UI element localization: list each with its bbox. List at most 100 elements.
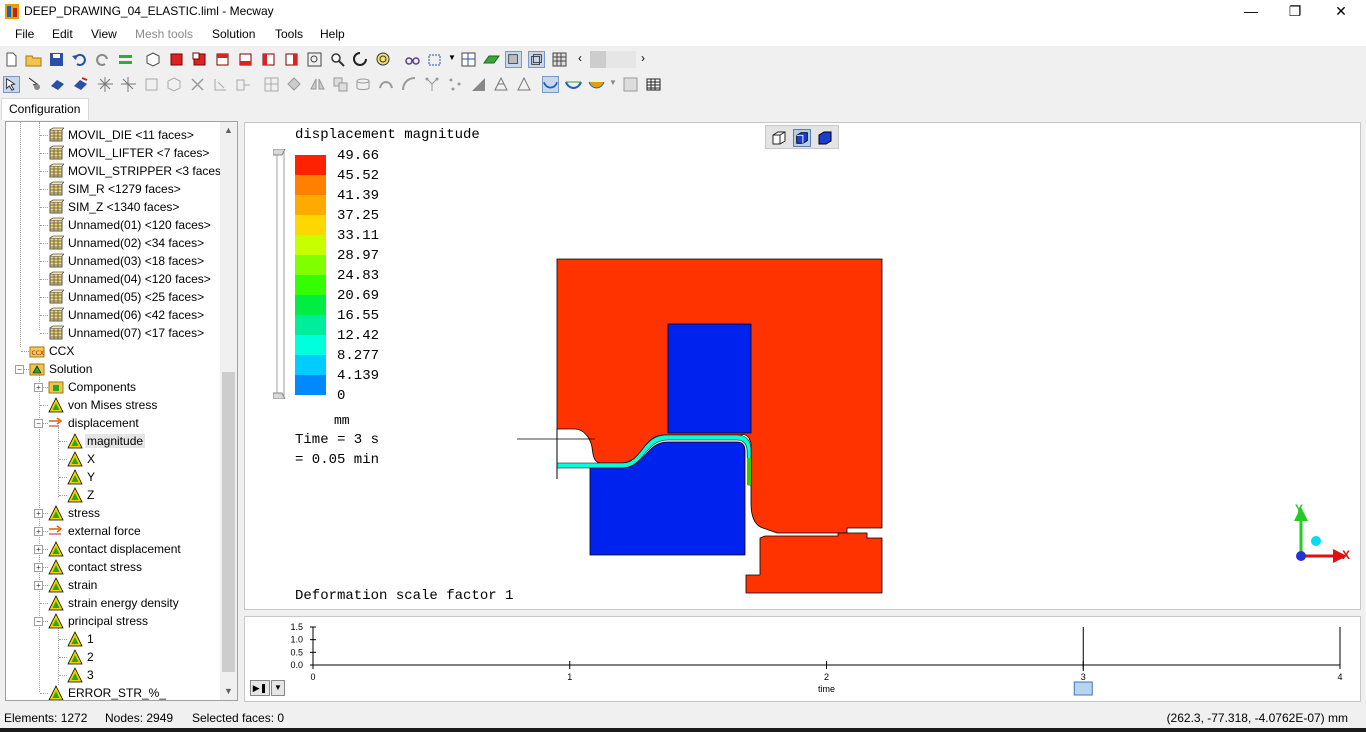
cube-outline-icon[interactable] (166, 76, 183, 93)
menu-help[interactable]: Help (320, 27, 345, 41)
triangle-outline-icon[interactable] (516, 76, 533, 93)
view-left-icon[interactable] (260, 51, 277, 68)
mesh-filter-icon[interactable] (622, 76, 639, 93)
select-arrow-icon[interactable] (3, 76, 20, 93)
legend-slider[interactable] (273, 149, 295, 399)
animate-icon[interactable] (588, 76, 605, 93)
tree-scrollbar-thumb[interactable] (222, 372, 235, 672)
transform-icon[interactable] (286, 76, 303, 93)
dropdown-arrow-icon[interactable]: ▼ (609, 78, 617, 87)
scroll-left-icon[interactable]: ‹ (578, 51, 582, 65)
cube-solid-view-icon[interactable] (816, 129, 834, 147)
select-node-icon[interactable] (26, 76, 43, 93)
expand-icon[interactable]: + (34, 527, 43, 536)
open-folder-icon[interactable] (25, 51, 42, 68)
expand-icon[interactable]: + (34, 563, 43, 572)
menu-file[interactable]: File (15, 27, 34, 41)
select-element-icon[interactable] (49, 76, 66, 93)
model-viewport[interactable]: displacement magnitude 49.66 45.52 41.39 37… (244, 122, 1361, 610)
new-file-icon[interactable] (3, 51, 20, 68)
tab-configuration[interactable]: Configuration (1, 98, 89, 120)
save-icon[interactable] (48, 51, 65, 68)
extrude-icon[interactable] (235, 76, 252, 93)
sweep-icon[interactable] (378, 76, 395, 93)
tree-item-label: Solution (49, 362, 93, 376)
close-button[interactable]: ✕ (1318, 0, 1364, 24)
rotate-icon[interactable] (352, 51, 369, 68)
split-icon[interactable] (120, 76, 137, 93)
view-bottom-icon[interactable] (237, 51, 254, 68)
play-pause-button[interactable]: ▶❚ (250, 680, 270, 696)
view-iso-icon[interactable] (145, 51, 162, 68)
select-mode-icon[interactable] (427, 51, 444, 68)
minimize-button[interactable]: — (1228, 0, 1274, 24)
redo-icon[interactable] (94, 51, 111, 68)
nodes-icon[interactable] (424, 76, 441, 93)
cursor-coordinates: (262.3, -77.318, -4.0762E-07) mm (1166, 711, 1348, 725)
wireframe-icon[interactable] (528, 51, 545, 68)
expand-icon[interactable]: + (34, 383, 43, 392)
undo-icon[interactable] (71, 51, 88, 68)
surface-view-icon[interactable] (483, 51, 500, 68)
expand-icon[interactable]: + (34, 509, 43, 518)
maximize-button[interactable]: ❐ (1272, 0, 1318, 24)
solve-icon[interactable] (117, 51, 134, 68)
tree-scrollbar[interactable]: ▲ ▼ (220, 122, 237, 700)
collapse-icon[interactable]: − (34, 419, 43, 428)
refine-icon[interactable] (263, 76, 280, 93)
deformed-mesh-plot[interactable] (505, 253, 905, 598)
solid-shading-icon[interactable] (505, 51, 522, 68)
triangle-fill-icon[interactable] (470, 76, 487, 93)
toolbar-scroll-track[interactable] (590, 51, 636, 68)
scatter-nodes-icon[interactable] (447, 76, 464, 93)
view-back-icon[interactable] (191, 51, 208, 68)
collapse-icon[interactable]: − (34, 617, 43, 626)
table-icon[interactable] (645, 76, 662, 93)
menu-view[interactable]: View (91, 27, 117, 41)
configuration-tree[interactable]: MOVIL_DIE <11 faces> MOVIL_LIFTER <7 face… (5, 121, 238, 701)
revolve-icon[interactable] (355, 76, 372, 93)
menu-mesh-tools[interactable]: Mesh tools (135, 27, 193, 41)
expand-icon[interactable]: + (34, 581, 43, 590)
mecway-app-icon (5, 4, 19, 19)
play-options-dropdown[interactable]: ▼ (271, 680, 285, 696)
select-face-icon[interactable] (72, 76, 89, 93)
menu-edit[interactable]: Edit (52, 27, 73, 41)
explode-icon[interactable] (97, 76, 114, 93)
dropdown-arrow-icon[interactable]: ▼ (448, 53, 456, 62)
copy-icon[interactable] (332, 76, 349, 93)
toolbar-scroll-thumb[interactable] (590, 51, 606, 68)
svg-text:CCX: CCX (32, 350, 45, 357)
y-tick-label: 1.5 (290, 622, 303, 632)
tree-item-label: SIM_R <1279 faces> (68, 182, 181, 196)
view-top-icon[interactable] (214, 51, 231, 68)
zoom-icon[interactable] (329, 51, 346, 68)
mesh-lines-icon[interactable] (551, 51, 568, 68)
time-slider-handle[interactable] (1073, 681, 1093, 696)
time-history-panel[interactable]: 1.5 1.0 0.5 0.0 0 1 2 3 4 time ▶❚ ▼ (244, 616, 1361, 702)
scroll-down-icon[interactable]: ▼ (220, 683, 237, 700)
zoom-window-icon[interactable] (306, 51, 323, 68)
view-front-icon[interactable] (168, 51, 185, 68)
scroll-right-icon[interactable]: › (641, 51, 645, 65)
cube-shaded-view-icon[interactable] (793, 129, 811, 147)
scroll-up-icon[interactable]: ▲ (220, 122, 237, 139)
square-icon[interactable] (143, 76, 160, 93)
expand-icon[interactable]: + (34, 545, 43, 554)
merge-icon[interactable] (212, 76, 229, 93)
deformed-shape-icon[interactable] (542, 76, 559, 93)
zoom-fit-icon[interactable] (375, 51, 392, 68)
bend-icon[interactable] (401, 76, 418, 93)
menu-tools[interactable]: Tools (275, 27, 303, 41)
mesh-view-icon[interactable] (460, 51, 477, 68)
delete-icon[interactable] (189, 76, 206, 93)
menu-solution[interactable]: Solution (212, 27, 255, 41)
mirror-icon[interactable] (309, 76, 326, 93)
triangle-mesh-icon[interactable] (493, 76, 510, 93)
view-right-icon[interactable] (283, 51, 300, 68)
glasses-icon[interactable] (404, 51, 421, 68)
time-history-chart[interactable]: 1.5 1.0 0.5 0.0 0 1 2 3 4 time (245, 617, 1360, 701)
undeformed-overlay-icon[interactable] (565, 76, 582, 93)
cube-outline-view-icon[interactable] (770, 129, 788, 147)
collapse-icon[interactable]: − (15, 365, 24, 374)
